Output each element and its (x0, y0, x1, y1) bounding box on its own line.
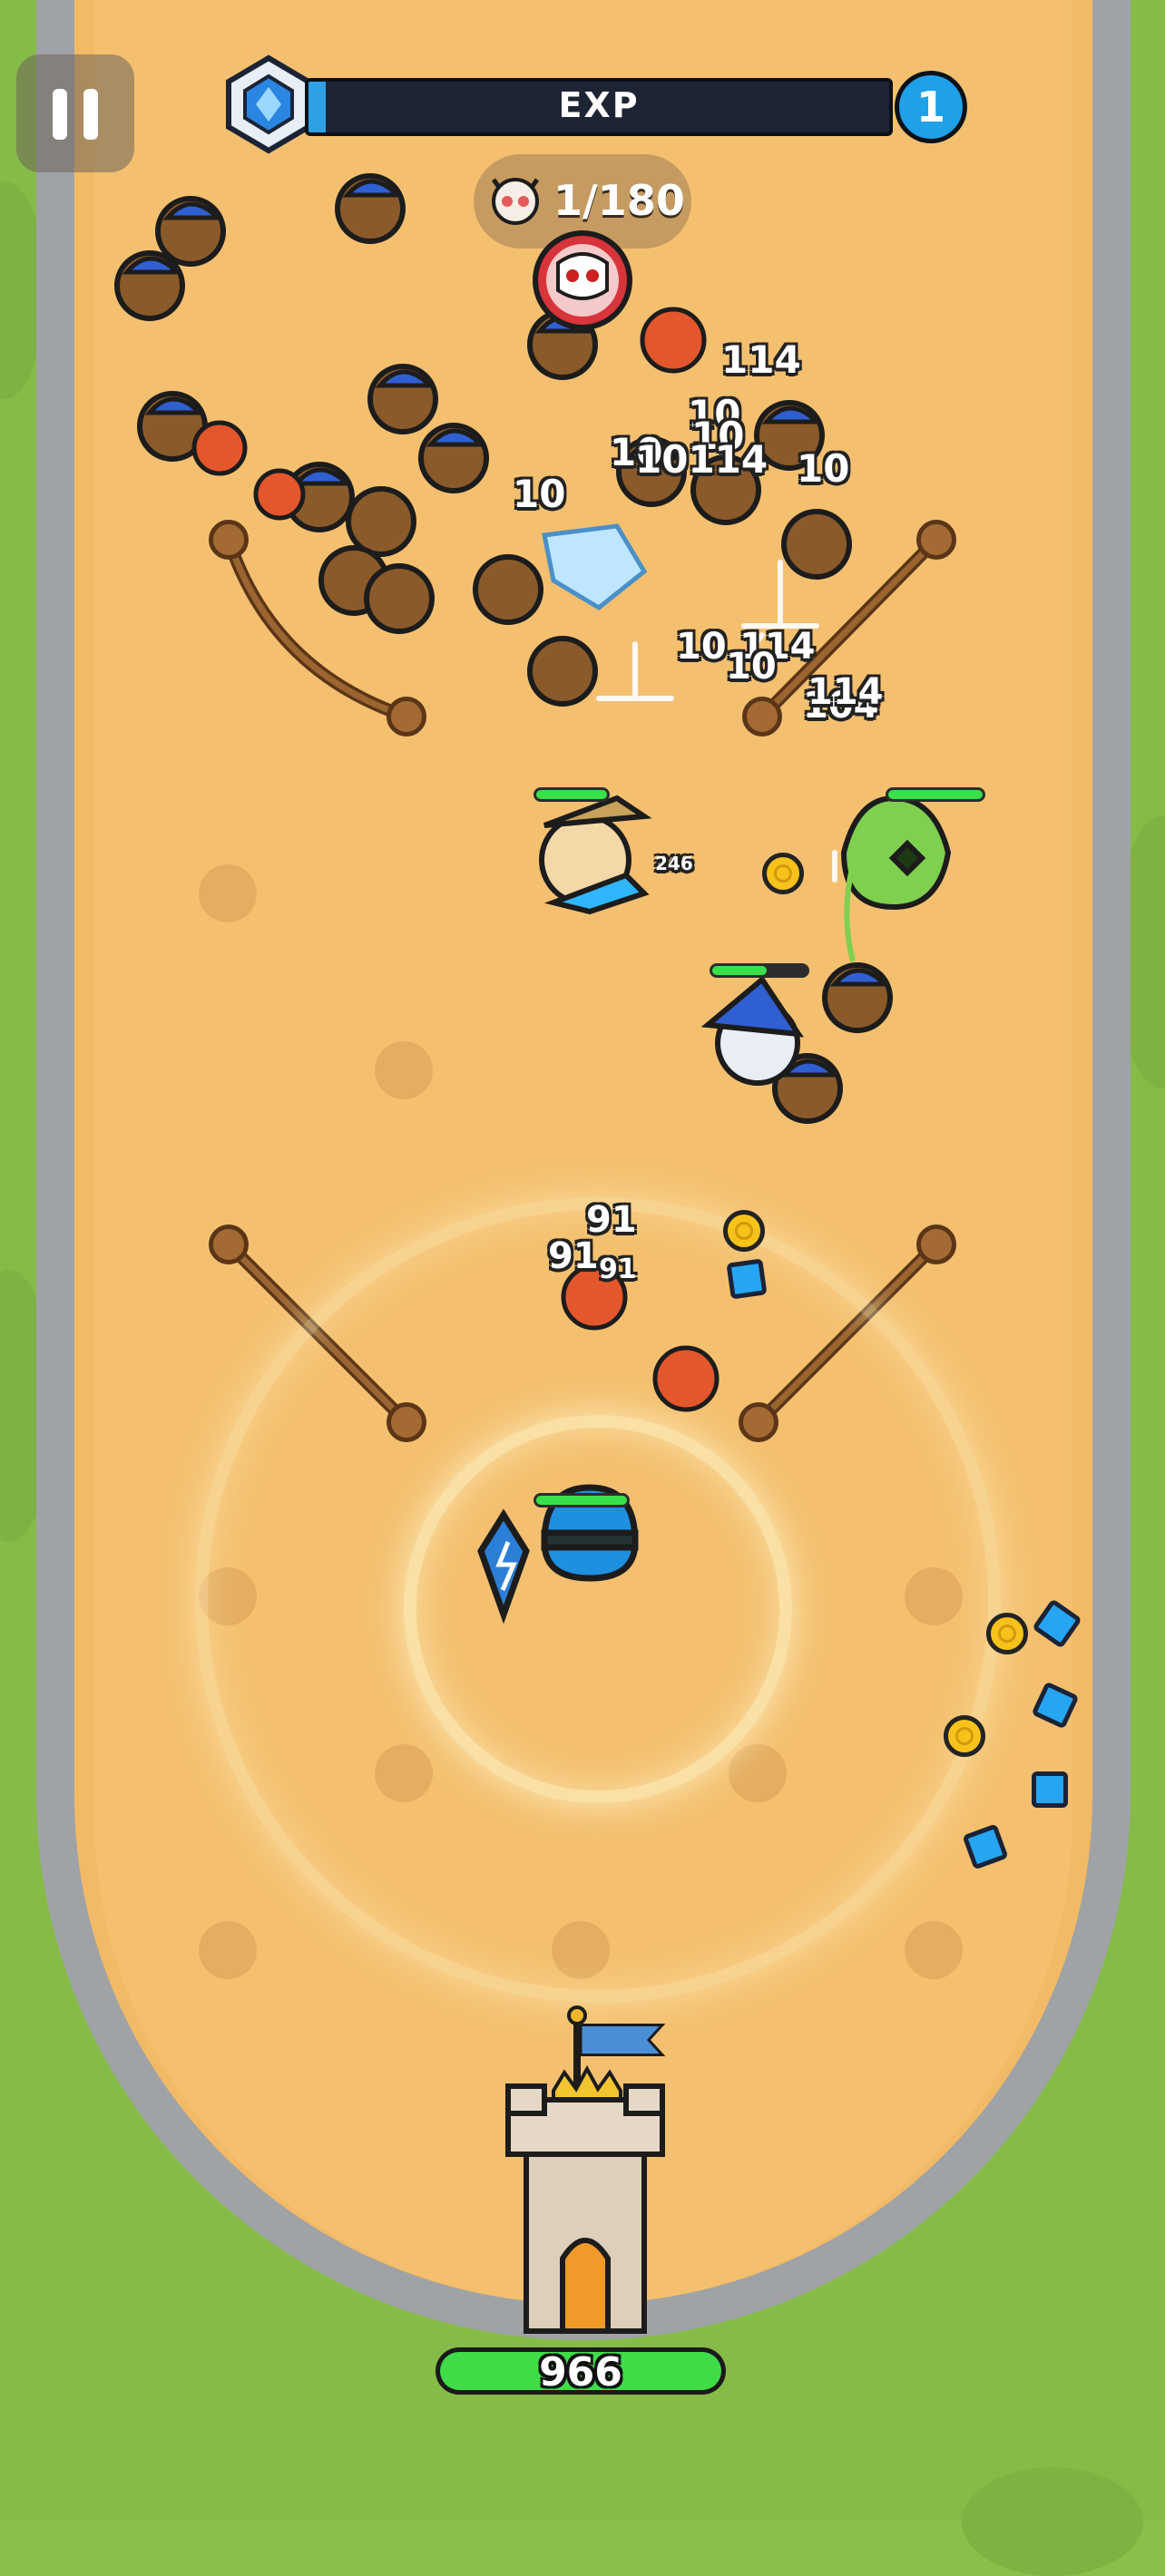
skull-icon (491, 178, 540, 225)
gem-pickup (1032, 1771, 1068, 1808)
pause-icon-bar (83, 89, 98, 140)
damage-number: 10114 (635, 437, 769, 482)
damage-number: 10 (726, 646, 777, 688)
damage-number: 10 (676, 626, 727, 668)
coin-pickup (986, 1613, 1028, 1654)
pause-button[interactable] (16, 54, 134, 172)
damage-number: 91 (548, 1235, 599, 1277)
unit-hp-bar (886, 787, 985, 802)
coin-pickup (762, 853, 804, 894)
damage-number: 91 (599, 1254, 637, 1285)
exp-progress-bar: EXP (305, 78, 893, 136)
pause-icon (53, 89, 67, 140)
unit-hp-bar (710, 963, 809, 978)
exp-bar-group: EXP 1 (223, 54, 1003, 158)
damage-number: 114 (808, 671, 884, 713)
unit-hp-bar (534, 1493, 630, 1508)
damage-number: 10 (513, 472, 566, 516)
exp-gem-icon (226, 54, 311, 154)
castle-base (505, 2005, 666, 2334)
level-badge: 1 (895, 71, 967, 143)
boss-skull-icon (533, 230, 632, 330)
base-hp-bar: 966 (436, 2347, 726, 2395)
exp-label: EXP (558, 85, 640, 125)
damage-number: 246 (655, 853, 693, 874)
coin-pickup (944, 1715, 985, 1757)
wizard-hero (700, 975, 805, 1086)
green-hooded-enemy (840, 795, 952, 962)
damage-number: 114 (721, 337, 801, 382)
unit-hp-bar (534, 787, 610, 802)
swordsman-hero (539, 795, 652, 915)
damage-number: 10 (797, 446, 850, 491)
coin-pickup (723, 1210, 765, 1252)
kill-count-text: 1/180 (553, 176, 685, 225)
gem-pickup (726, 1258, 768, 1300)
base-hp-text: 966 (539, 2349, 622, 2395)
